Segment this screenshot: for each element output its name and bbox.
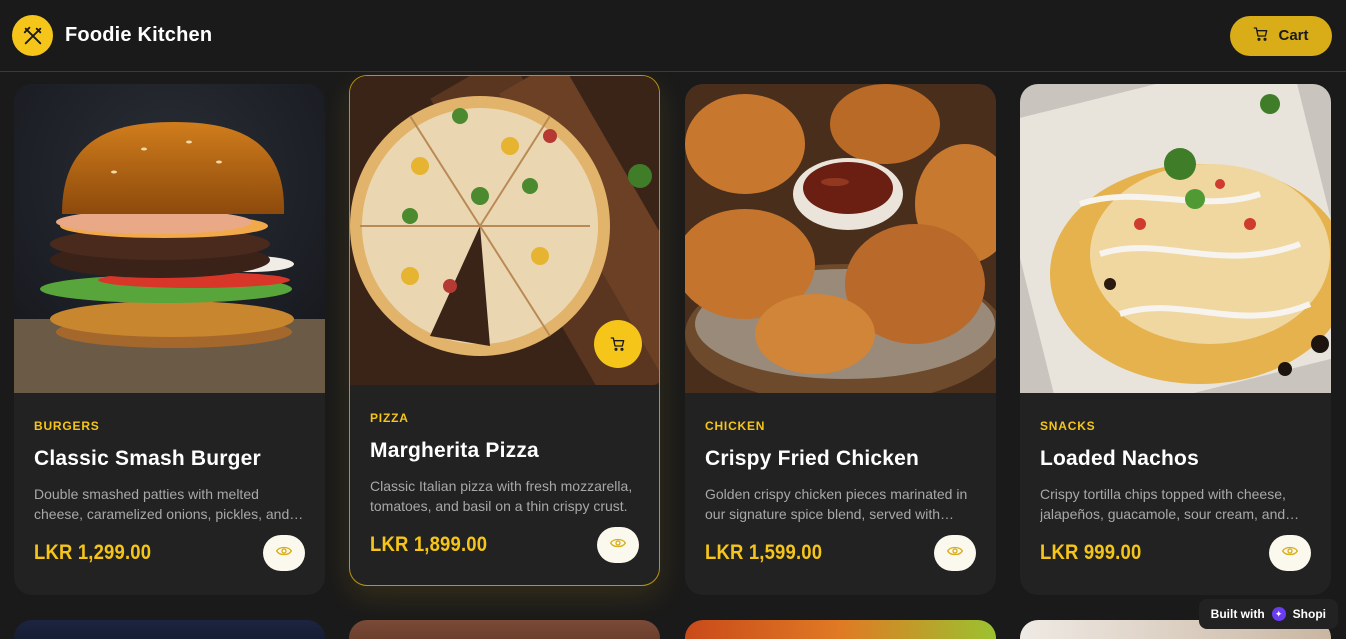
product-price: LKR 1,299.00 <box>34 541 152 564</box>
built-with-label: Built with <box>1210 607 1265 621</box>
nachos-photo[interactable] <box>1020 84 1331 393</box>
cart-button[interactable]: Cart <box>1230 15 1332 56</box>
view-button[interactable] <box>1269 535 1311 571</box>
next-row-card-image[interactable] <box>685 620 996 639</box>
eye-icon <box>946 544 964 562</box>
product-price: LKR 1,899.00 <box>370 533 488 556</box>
add-to-cart-button[interactable] <box>594 320 642 368</box>
product-price: LKR 999.00 <box>1040 541 1142 564</box>
product-description: Golden crispy chicken pieces marinated i… <box>705 486 968 522</box>
shopi-brand: Shopi <box>1292 607 1326 621</box>
cart-icon <box>610 336 626 352</box>
product-grid: BURGERS Classic Smash Burger Double smas… <box>0 72 1346 639</box>
product-name[interactable]: Crispy Fried Chicken <box>705 447 976 471</box>
eye-icon <box>609 536 627 554</box>
burger-photo[interactable] <box>14 84 325 393</box>
shopi-logo-icon: ✦ <box>1271 607 1286 621</box>
product-card[interactable]: CHICKEN Crispy Fried Chicken Golden cris… <box>685 84 996 595</box>
view-button[interactable] <box>934 535 976 571</box>
product-category: SNACKS <box>1040 419 1096 433</box>
product-description: Crispy tortilla chips topped with cheese… <box>1040 486 1286 522</box>
product-name[interactable]: Loaded Nachos <box>1040 447 1311 471</box>
pizza-photo[interactable] <box>350 76 659 385</box>
product-description: Double smashed patties with melted chees… <box>34 486 290 522</box>
product-category: PIZZA <box>370 411 409 425</box>
product-name[interactable]: Classic Smash Burger <box>34 447 305 471</box>
brand-name[interactable]: Foodie Kitchen <box>65 24 212 47</box>
fried-chicken-photo[interactable] <box>685 84 996 393</box>
product-card[interactable]: PIZZA Margherita Pizza Classic Italian p… <box>349 75 660 586</box>
built-with-badge[interactable]: Built with ✦ Shopi <box>1198 599 1338 629</box>
product-name[interactable]: Margherita Pizza <box>370 439 639 463</box>
product-category: CHICKEN <box>705 419 766 433</box>
cart-label: Cart <box>1278 27 1309 44</box>
view-button[interactable] <box>597 527 639 563</box>
product-card[interactable]: SNACKS Loaded Nachos Crispy tortilla chi… <box>1020 84 1331 595</box>
utensils-icon[interactable] <box>12 15 53 56</box>
next-row-card-image[interactable] <box>349 620 660 639</box>
product-description: Classic Italian pizza with fresh mozzare… <box>370 478 633 514</box>
cart-icon <box>1253 26 1269 46</box>
eye-icon <box>1281 544 1299 562</box>
next-row-card-image[interactable] <box>14 620 325 639</box>
top-bar: Foodie Kitchen Cart <box>0 0 1346 72</box>
eye-icon <box>275 544 293 562</box>
product-card[interactable]: BURGERS Classic Smash Burger Double smas… <box>14 84 325 595</box>
product-price: LKR 1,599.00 <box>705 541 823 564</box>
view-button[interactable] <box>263 535 305 571</box>
product-category: BURGERS <box>34 419 100 433</box>
